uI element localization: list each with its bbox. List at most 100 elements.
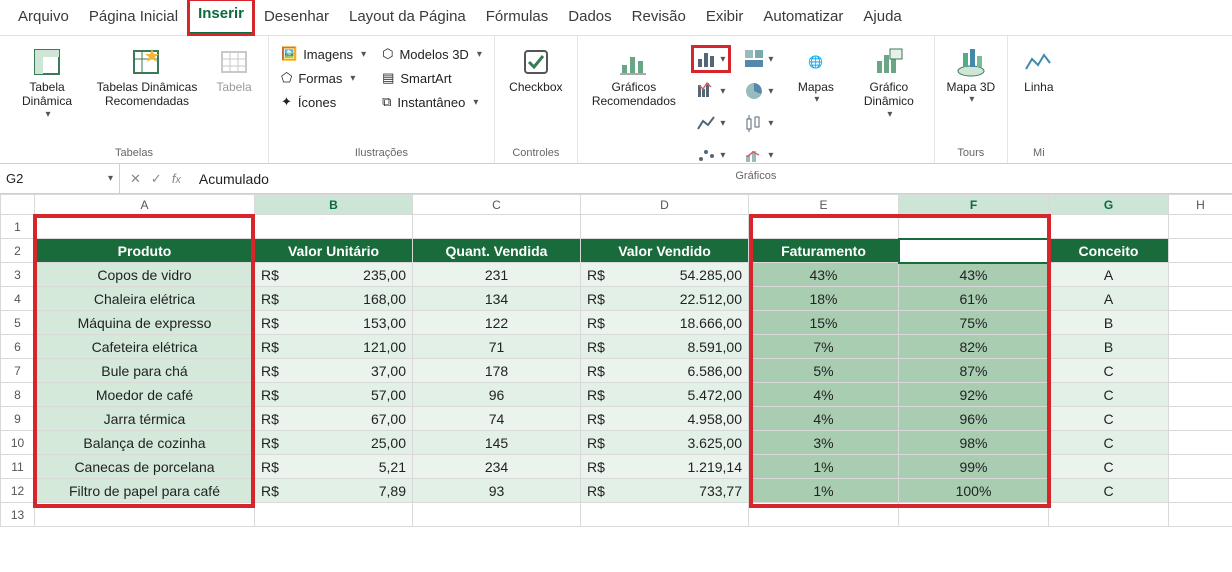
cell-valor-vendido[interactable]: R$5.472,00 — [581, 383, 749, 407]
menu-arquivo[interactable]: Arquivo — [8, 2, 79, 35]
cell-faturamento[interactable]: 18% — [749, 287, 899, 311]
row-header[interactable]: 10 — [1, 431, 35, 455]
header-F[interactable]: Faturamento — [749, 239, 899, 263]
line-chart-button[interactable]: ▾ — [692, 110, 730, 136]
row-header[interactable]: 3 — [1, 263, 35, 287]
cell-quant[interactable]: 234 — [413, 455, 581, 479]
col-header-B[interactable]: B — [255, 195, 413, 215]
cell-conceito[interactable]: C — [1049, 455, 1169, 479]
recommended-pivot-button[interactable]: Tabelas Dinâmicas Recomendadas — [92, 40, 202, 113]
images-button[interactable]: 🖼️Imagens▾ — [275, 44, 372, 64]
row-header[interactable]: 12 — [1, 479, 35, 503]
cell-acumulado[interactable]: 82% — [899, 335, 1049, 359]
menu-exibir[interactable]: Exibir — [696, 2, 754, 35]
icons-button[interactable]: ✦Ícones — [275, 92, 372, 112]
cell-faturamento[interactable]: 1% — [749, 479, 899, 503]
cell-acumulado[interactable]: 92% — [899, 383, 1049, 407]
grid[interactable]: ABCDEFGHI 1 2ProdutoValor UnitárioQuant.… — [0, 194, 1232, 527]
col-header-F[interactable]: F — [899, 195, 1049, 215]
cell-valor-unitario[interactable]: R$235,00 — [255, 263, 413, 287]
checkbox-button[interactable]: Checkbox — [501, 40, 571, 98]
cell-conceito[interactable]: C — [1049, 359, 1169, 383]
cell-conceito[interactable]: C — [1049, 383, 1169, 407]
cell-faturamento[interactable]: 15% — [749, 311, 899, 335]
menu-fórmulas[interactable]: Fórmulas — [476, 2, 559, 35]
cell-valor-unitario[interactable]: R$37,00 — [255, 359, 413, 383]
cell-conceito[interactable]: C — [1049, 431, 1169, 455]
cell-valor-vendido[interactable]: R$733,77 — [581, 479, 749, 503]
cell-acumulado[interactable]: 87% — [899, 359, 1049, 383]
smartart-button[interactable]: ▤SmartArt — [376, 68, 488, 88]
menu-revisão[interactable]: Revisão — [622, 2, 696, 35]
cell-conceito[interactable]: A — [1049, 263, 1169, 287]
cell-valor-unitario[interactable]: R$121,00 — [255, 335, 413, 359]
fx-icon[interactable]: fx — [172, 171, 181, 186]
cell-conceito[interactable]: B — [1049, 311, 1169, 335]
row-header[interactable]: 5 — [1, 311, 35, 335]
header-B[interactable]: Produto — [35, 239, 255, 263]
menu-automatizar[interactable]: Automatizar — [753, 2, 853, 35]
cell-faturamento[interactable]: 4% — [749, 383, 899, 407]
cell-faturamento[interactable]: 7% — [749, 335, 899, 359]
enter-icon[interactable]: ✓ — [151, 171, 162, 187]
cell-produto[interactable]: Bule para chá — [35, 359, 255, 383]
cell-valor-unitario[interactable]: R$168,00 — [255, 287, 413, 311]
cell-faturamento[interactable]: 43% — [749, 263, 899, 287]
cell-quant[interactable]: 122 — [413, 311, 581, 335]
cell-valor-vendido[interactable]: R$3.625,00 — [581, 431, 749, 455]
cell-valor-vendido[interactable]: R$22.512,00 — [581, 287, 749, 311]
row-header[interactable]: 9 — [1, 407, 35, 431]
cell-quant[interactable]: 178 — [413, 359, 581, 383]
maps-button[interactable]: 🌐 Mapas▾ — [786, 40, 846, 110]
cell-faturamento[interactable]: 5% — [749, 359, 899, 383]
cell-valor-unitario[interactable]: R$153,00 — [255, 311, 413, 335]
cell-quant[interactable]: 145 — [413, 431, 581, 455]
row-header[interactable]: 13 — [1, 503, 35, 527]
col-header-H[interactable]: H — [1169, 195, 1232, 215]
cell-quant[interactable]: 96 — [413, 383, 581, 407]
cell-faturamento[interactable]: 4% — [749, 407, 899, 431]
cell-produto[interactable]: Jarra térmica — [35, 407, 255, 431]
cell-valor-unitario[interactable]: R$5,21 — [255, 455, 413, 479]
cell-quant[interactable]: 71 — [413, 335, 581, 359]
cell-produto[interactable]: Copos de vidro — [35, 263, 255, 287]
statistic-chart-button[interactable]: ▾ — [740, 110, 778, 136]
recommended-charts-button[interactable]: Gráficos Recomendados — [584, 40, 684, 113]
models3d-button[interactable]: ⬡Modelos 3D▾ — [376, 44, 488, 64]
menu-layout-da-página[interactable]: Layout da Página — [339, 2, 476, 35]
combo-chart-button[interactable]: ▾ — [740, 142, 778, 168]
cell-valor-vendido[interactable]: R$18.666,00 — [581, 311, 749, 335]
row-header[interactable]: 8 — [1, 383, 35, 407]
header-G[interactable]: Acumulado — [899, 239, 1049, 263]
cell-valor-vendido[interactable]: R$1.219,14 — [581, 455, 749, 479]
cell-valor-vendido[interactable]: R$8.591,00 — [581, 335, 749, 359]
col-header-G[interactable]: G — [1049, 195, 1169, 215]
menu-desenhar[interactable]: Desenhar — [254, 2, 339, 35]
cell-acumulado[interactable]: 43% — [899, 263, 1049, 287]
cell-conceito[interactable]: B — [1049, 335, 1169, 359]
cell-faturamento[interactable]: 1% — [749, 455, 899, 479]
row-header[interactable]: 4 — [1, 287, 35, 311]
menu-inserir[interactable]: Inserir — [188, 0, 254, 35]
row-header[interactable]: 6 — [1, 335, 35, 359]
screenshot-button[interactable]: ⧉Instantâneo▾ — [376, 92, 488, 112]
formula-input[interactable]: Acumulado — [191, 171, 1232, 187]
cell-conceito[interactable]: A — [1049, 287, 1169, 311]
cell-valor-unitario[interactable]: R$25,00 — [255, 431, 413, 455]
cell-produto[interactable]: Chaleira elétrica — [35, 287, 255, 311]
col-header-D[interactable]: D — [581, 195, 749, 215]
cell-produto[interactable]: Máquina de expresso — [35, 311, 255, 335]
row-header[interactable]: 7 — [1, 359, 35, 383]
cell-produto[interactable]: Filtro de papel para café — [35, 479, 255, 503]
cell-valor-vendido[interactable]: R$6.586,00 — [581, 359, 749, 383]
pie-chart-button[interactable]: ▾ — [740, 78, 778, 104]
cell-conceito[interactable]: C — [1049, 479, 1169, 503]
pivot-chart-button[interactable]: Gráfico Dinâmico▾ — [850, 40, 928, 125]
cell-produto[interactable]: Cafeteira elétrica — [35, 335, 255, 359]
cell-faturamento[interactable]: 3% — [749, 431, 899, 455]
row-header[interactable]: 1 — [1, 215, 35, 239]
cell-valor-unitario[interactable]: R$7,89 — [255, 479, 413, 503]
pivot-table-button[interactable]: Tabela Dinâmica▾ — [6, 40, 88, 125]
cell-quant[interactable]: 93 — [413, 479, 581, 503]
cell-valor-unitario[interactable]: R$67,00 — [255, 407, 413, 431]
